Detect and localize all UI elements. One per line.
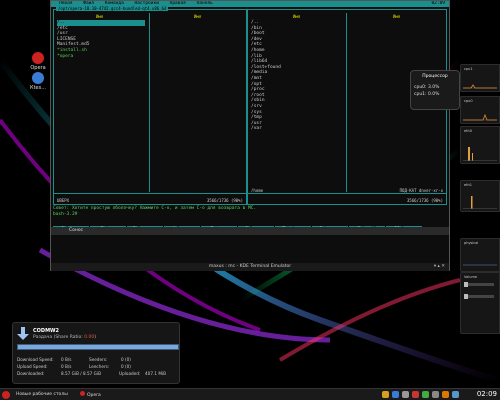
tray-icon[interactable] bbox=[392, 391, 399, 398]
window-controls[interactable]: ▾ ▴ ✕ bbox=[434, 263, 445, 271]
panel-footer-left: UBEPX bbox=[57, 198, 70, 203]
terminal-tab[interactable]: Сонос bbox=[69, 228, 83, 233]
memory-graph bbox=[463, 264, 497, 266]
desktop-icon-label: Кtes... bbox=[30, 85, 46, 91]
left-file-panel[interactable]: /opt/opera-10.10-4742.gcc4-bundled-qt4.x… bbox=[53, 6, 247, 205]
system-monitor-widgets: cpu1 cpu0 eth0 eth1 physical Volume bbox=[460, 60, 500, 338]
panel-divider bbox=[248, 193, 446, 194]
file-list: /.. /etc /usr LICENSE Manifest.md5 *inst… bbox=[57, 20, 145, 59]
physical-memory-widget[interactable]: physical bbox=[460, 238, 500, 272]
volume-slider[interactable] bbox=[464, 282, 494, 287]
cpu1-graph bbox=[463, 84, 497, 89]
file-item[interactable]: /var bbox=[251, 126, 281, 132]
column-divider bbox=[346, 13, 347, 192]
cpu0-widget[interactable]: cpu0 bbox=[460, 96, 500, 124]
tooltip-title: Процессор bbox=[422, 74, 448, 79]
desktop-icon-opera[interactable]: Opera bbox=[24, 52, 52, 71]
download-progress-bar bbox=[17, 344, 179, 350]
panel-footer-left: /home bbox=[251, 188, 264, 193]
download-notification[interactable]: CODMW2 Раздача (Share Ratio: 0.00) Downl… bbox=[12, 322, 180, 384]
widget-label: physical bbox=[464, 241, 479, 245]
stats-row: Downloaded: 8.57 GiB / 8.57 GiB Uploaded: 4… bbox=[17, 371, 166, 376]
file-list: /.. /bin /boot /dev /etc /home /lib /lib… bbox=[251, 20, 281, 132]
share-ratio: 0.00 bbox=[84, 335, 95, 340]
menu-item-panel[interactable]: Панель bbox=[197, 1, 213, 7]
tray-icon[interactable] bbox=[442, 391, 449, 398]
task-opera[interactable]: Opera bbox=[80, 391, 101, 399]
file-item[interactable]: *opera bbox=[57, 54, 145, 60]
panel-path: /opt/opera-10.10-4742.gcc4-bundled-qt4.x… bbox=[56, 6, 169, 11]
function-key-bar: 1Помощь2Меню3Просмотр4Правка5Копия6Перен… bbox=[53, 215, 449, 232]
panel-divider bbox=[54, 193, 246, 194]
desktop-icon-ktes[interactable]: Кtes... bbox=[24, 72, 52, 91]
widget-label: Volume bbox=[464, 275, 478, 279]
progress-fill bbox=[18, 345, 178, 349]
window-titlebar[interactable]: maxus : mc - KDE Terminal Emulator ▾ ▴ ✕ bbox=[51, 263, 449, 271]
volume-widget[interactable]: Volume bbox=[460, 272, 500, 334]
terminal-window: Левая Файл Команда Настройки Правая Пане… bbox=[50, 0, 450, 271]
eth0-widget[interactable]: eth0 bbox=[460, 126, 500, 164]
tooltip-row: cpu1: 0.0% bbox=[414, 92, 440, 97]
eth1-graph bbox=[463, 196, 497, 209]
tray-icon[interactable] bbox=[382, 391, 389, 398]
desktop-icon-label: Opera bbox=[30, 65, 46, 71]
mc-clock: 02:09 bbox=[431, 1, 445, 6]
panel-footer-mid: ПОД-КАТ dnver-xr-x bbox=[399, 188, 443, 193]
widget-label: eth0 bbox=[464, 129, 472, 133]
tooltip-row: cpu0: 3.0% bbox=[414, 85, 440, 90]
panel-footer-right: 3566/1736 (90%) bbox=[206, 198, 243, 203]
opera-icon bbox=[32, 52, 44, 64]
volume-handle[interactable] bbox=[464, 282, 468, 287]
taskbar-clock[interactable]: 02:09 bbox=[477, 390, 497, 398]
window-title: maxus : mc - KDE Terminal Emulator bbox=[208, 264, 292, 269]
maximize-icon[interactable]: ▴ bbox=[438, 264, 440, 269]
tray-icon[interactable] bbox=[422, 391, 429, 398]
close-icon[interactable]: ✕ bbox=[441, 264, 445, 269]
stats-row: Upload Speed: 0 B/s Leechers: 0 (0) bbox=[17, 364, 131, 369]
widget-label: cpu1 bbox=[464, 67, 473, 71]
tray-icon[interactable] bbox=[402, 391, 409, 398]
tray-icon[interactable] bbox=[432, 391, 439, 398]
download-filename: CODMW2 bbox=[33, 328, 60, 334]
column-header: Имя bbox=[96, 14, 104, 19]
download-arrow-icon bbox=[17, 327, 29, 340]
stats-row: Download Speed: 0 B/s Seeders: 0 (0) bbox=[17, 357, 131, 362]
volume-slider[interactable] bbox=[464, 294, 494, 299]
widget-label: cpu0 bbox=[464, 99, 473, 103]
column-header: Имя bbox=[293, 14, 301, 19]
column-header: Имя bbox=[194, 14, 202, 19]
column-header: Имя bbox=[393, 14, 401, 19]
cpu-tooltip: Процессор cpu0: 3.0% cpu1: 0.0% bbox=[410, 70, 460, 110]
eth1-widget[interactable]: eth1 bbox=[460, 180, 500, 212]
kde-menu-button[interactable] bbox=[2, 391, 10, 399]
panel-footer-right: 3566/1736 (90%) bbox=[406, 198, 443, 203]
tray-icon[interactable] bbox=[452, 391, 459, 398]
download-status: Раздача (Share Ratio: 0.00) bbox=[33, 335, 97, 340]
hint-line: Совет: Хотите простую оболочку? Нажмите … bbox=[53, 206, 257, 211]
minimize-icon[interactable]: ▾ bbox=[434, 264, 436, 269]
eth0-graph bbox=[463, 147, 497, 161]
download-stats: Download Speed: 0 B/s Seeders: 0 (0) Upload… bbox=[17, 356, 166, 377]
volume-handle[interactable] bbox=[464, 294, 468, 299]
widget-label: eth1 bbox=[464, 183, 472, 187]
terminal-tab-bar: Сонос bbox=[51, 227, 449, 235]
opera-icon bbox=[80, 391, 85, 396]
task-virtual-desktops[interactable]: Новые рабочие столы bbox=[16, 391, 68, 399]
menu-item-right[interactable]: Правая bbox=[170, 1, 186, 7]
app-icon bbox=[32, 72, 44, 84]
column-divider bbox=[149, 13, 150, 192]
cpu1-widget[interactable]: cpu1 bbox=[460, 64, 500, 92]
taskbar: Новые рабочие столы Opera 02:09 bbox=[0, 388, 500, 400]
cpu0-graph bbox=[463, 113, 497, 121]
tray-icon[interactable] bbox=[412, 391, 419, 398]
